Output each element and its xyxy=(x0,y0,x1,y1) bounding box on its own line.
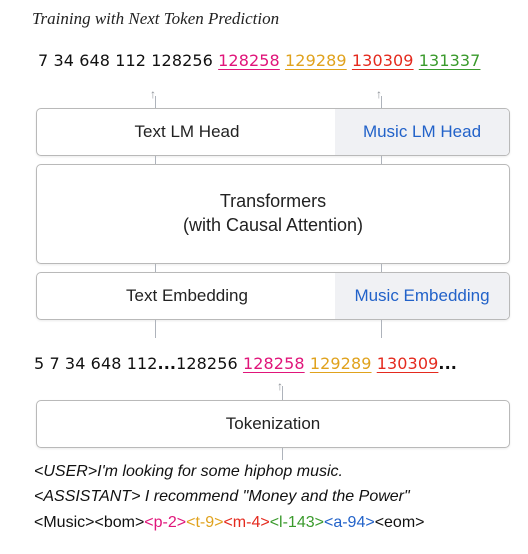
output-token: 129289 xyxy=(285,51,347,70)
transformer-sublabel: (with Causal Attention) xyxy=(182,215,364,235)
input-token: 128256 xyxy=(176,354,238,373)
output-token: 648 xyxy=(79,51,111,70)
output-token: 128258 xyxy=(218,51,280,70)
tokenization-label: Tokenization xyxy=(225,414,321,433)
music-token-segment: <p-2> xyxy=(144,514,187,531)
text-lm-head-label: Text LM Head xyxy=(134,122,240,141)
arrow-up-icon: ↑ xyxy=(150,87,156,101)
music-token-segment: <a-94> xyxy=(323,514,375,531)
output-token: 130309 xyxy=(351,51,414,70)
music-lm-head-label: Music LM Head xyxy=(335,109,509,155)
connector-line xyxy=(282,448,283,460)
music-token-segment: <l-143> xyxy=(269,514,324,531)
input-token: 128258 xyxy=(242,354,305,373)
music-token-line: <Music><bom><p-2><t-9><m-4><l-143><a-94>… xyxy=(34,514,425,532)
connector-line xyxy=(155,264,156,272)
music-token-segment: <Music><bom> xyxy=(34,514,145,531)
output-token: 131337 xyxy=(418,51,481,70)
input-token: 5 7 34 648 112 xyxy=(34,354,158,373)
output-token: 7 xyxy=(38,51,49,70)
lm-head-box: Text LM Head Music LM Head xyxy=(36,108,510,156)
music-embedding-label: Music Embedding xyxy=(335,273,509,319)
input-token: ... xyxy=(157,354,177,373)
input-token: 129289 xyxy=(309,354,372,373)
diagram-title: Training with Next Token Prediction xyxy=(32,9,280,28)
connector-line xyxy=(381,320,382,338)
connector-line xyxy=(381,156,382,164)
input-token: 130309 xyxy=(376,354,439,373)
music-token-segment: <m-4> xyxy=(223,514,270,531)
text-embedding-label: Text Embedding xyxy=(126,286,248,305)
output-token: 34 xyxy=(53,51,75,70)
user-prompt-line: <USER>I'm looking for some hiphop music. xyxy=(34,463,343,480)
transformer-label: Transformers xyxy=(219,191,327,211)
arrow-up-icon: ↑ xyxy=(277,379,283,393)
output-token: 128256 xyxy=(151,51,213,70)
input-token: ... xyxy=(438,354,457,373)
connector-line xyxy=(381,264,382,272)
arrow-up-icon: ↑ xyxy=(376,87,382,101)
output-token-row: 7 34 648 112 128256 128258 129289 130309… xyxy=(38,51,480,70)
connector-line xyxy=(155,320,156,338)
embedding-box: Text Embedding Music Embedding xyxy=(36,272,510,320)
music-token-segment: <t-9> xyxy=(186,514,224,531)
tokenization-box: Tokenization xyxy=(36,400,510,448)
input-token-row: 5 7 34 648 112...128256 128258 129289 13… xyxy=(34,354,457,373)
output-token: 112 xyxy=(115,51,147,70)
assistant-response-line: <ASSISTANT> I recommend "Money and the P… xyxy=(34,488,410,505)
transformer-box: Transformers (with Causal Attention) xyxy=(36,164,510,264)
connector-line xyxy=(155,156,156,164)
music-token-segment: <eom> xyxy=(374,514,425,531)
